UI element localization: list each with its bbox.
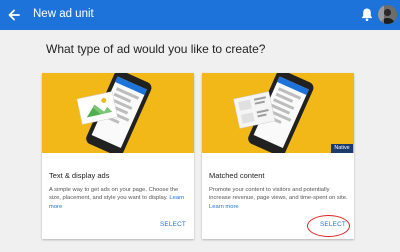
- select-button[interactable]: SELECT: [158, 221, 188, 228]
- native-badge: Native: [331, 144, 353, 153]
- card-description: A simple way to get ads on your page. Ch…: [49, 186, 191, 211]
- card-text-display-ads: Text & display ads A simple way to get a…: [42, 73, 194, 239]
- card-title: Text & display ads: [49, 171, 110, 180]
- page-title: New ad unit: [33, 8, 94, 20]
- account-avatar[interactable]: [378, 5, 397, 24]
- notifications-bell-icon[interactable]: [360, 7, 374, 22]
- back-arrow-icon[interactable]: [6, 7, 22, 23]
- phone-illustration: [76, 73, 152, 153]
- matched-content-illustration: Native: [202, 73, 354, 153]
- phone-illustration: [233, 73, 314, 153]
- avatar-image: [378, 5, 397, 24]
- card-title: Matched content: [209, 171, 265, 180]
- card-description: Promote your content to visitors and pot…: [209, 186, 351, 211]
- card-description-text: Promote your content to visitors and pot…: [209, 187, 348, 202]
- app-header: New ad unit: [0, 0, 400, 30]
- learn-more-link[interactable]: Learn more: [209, 204, 239, 210]
- annotation-circle: [307, 215, 350, 237]
- text-display-illustration: [42, 73, 194, 153]
- section-heading: What type of ad would you like to create…: [46, 42, 266, 56]
- card-description-text: A simple way to get ads on your page. Ch…: [49, 187, 179, 202]
